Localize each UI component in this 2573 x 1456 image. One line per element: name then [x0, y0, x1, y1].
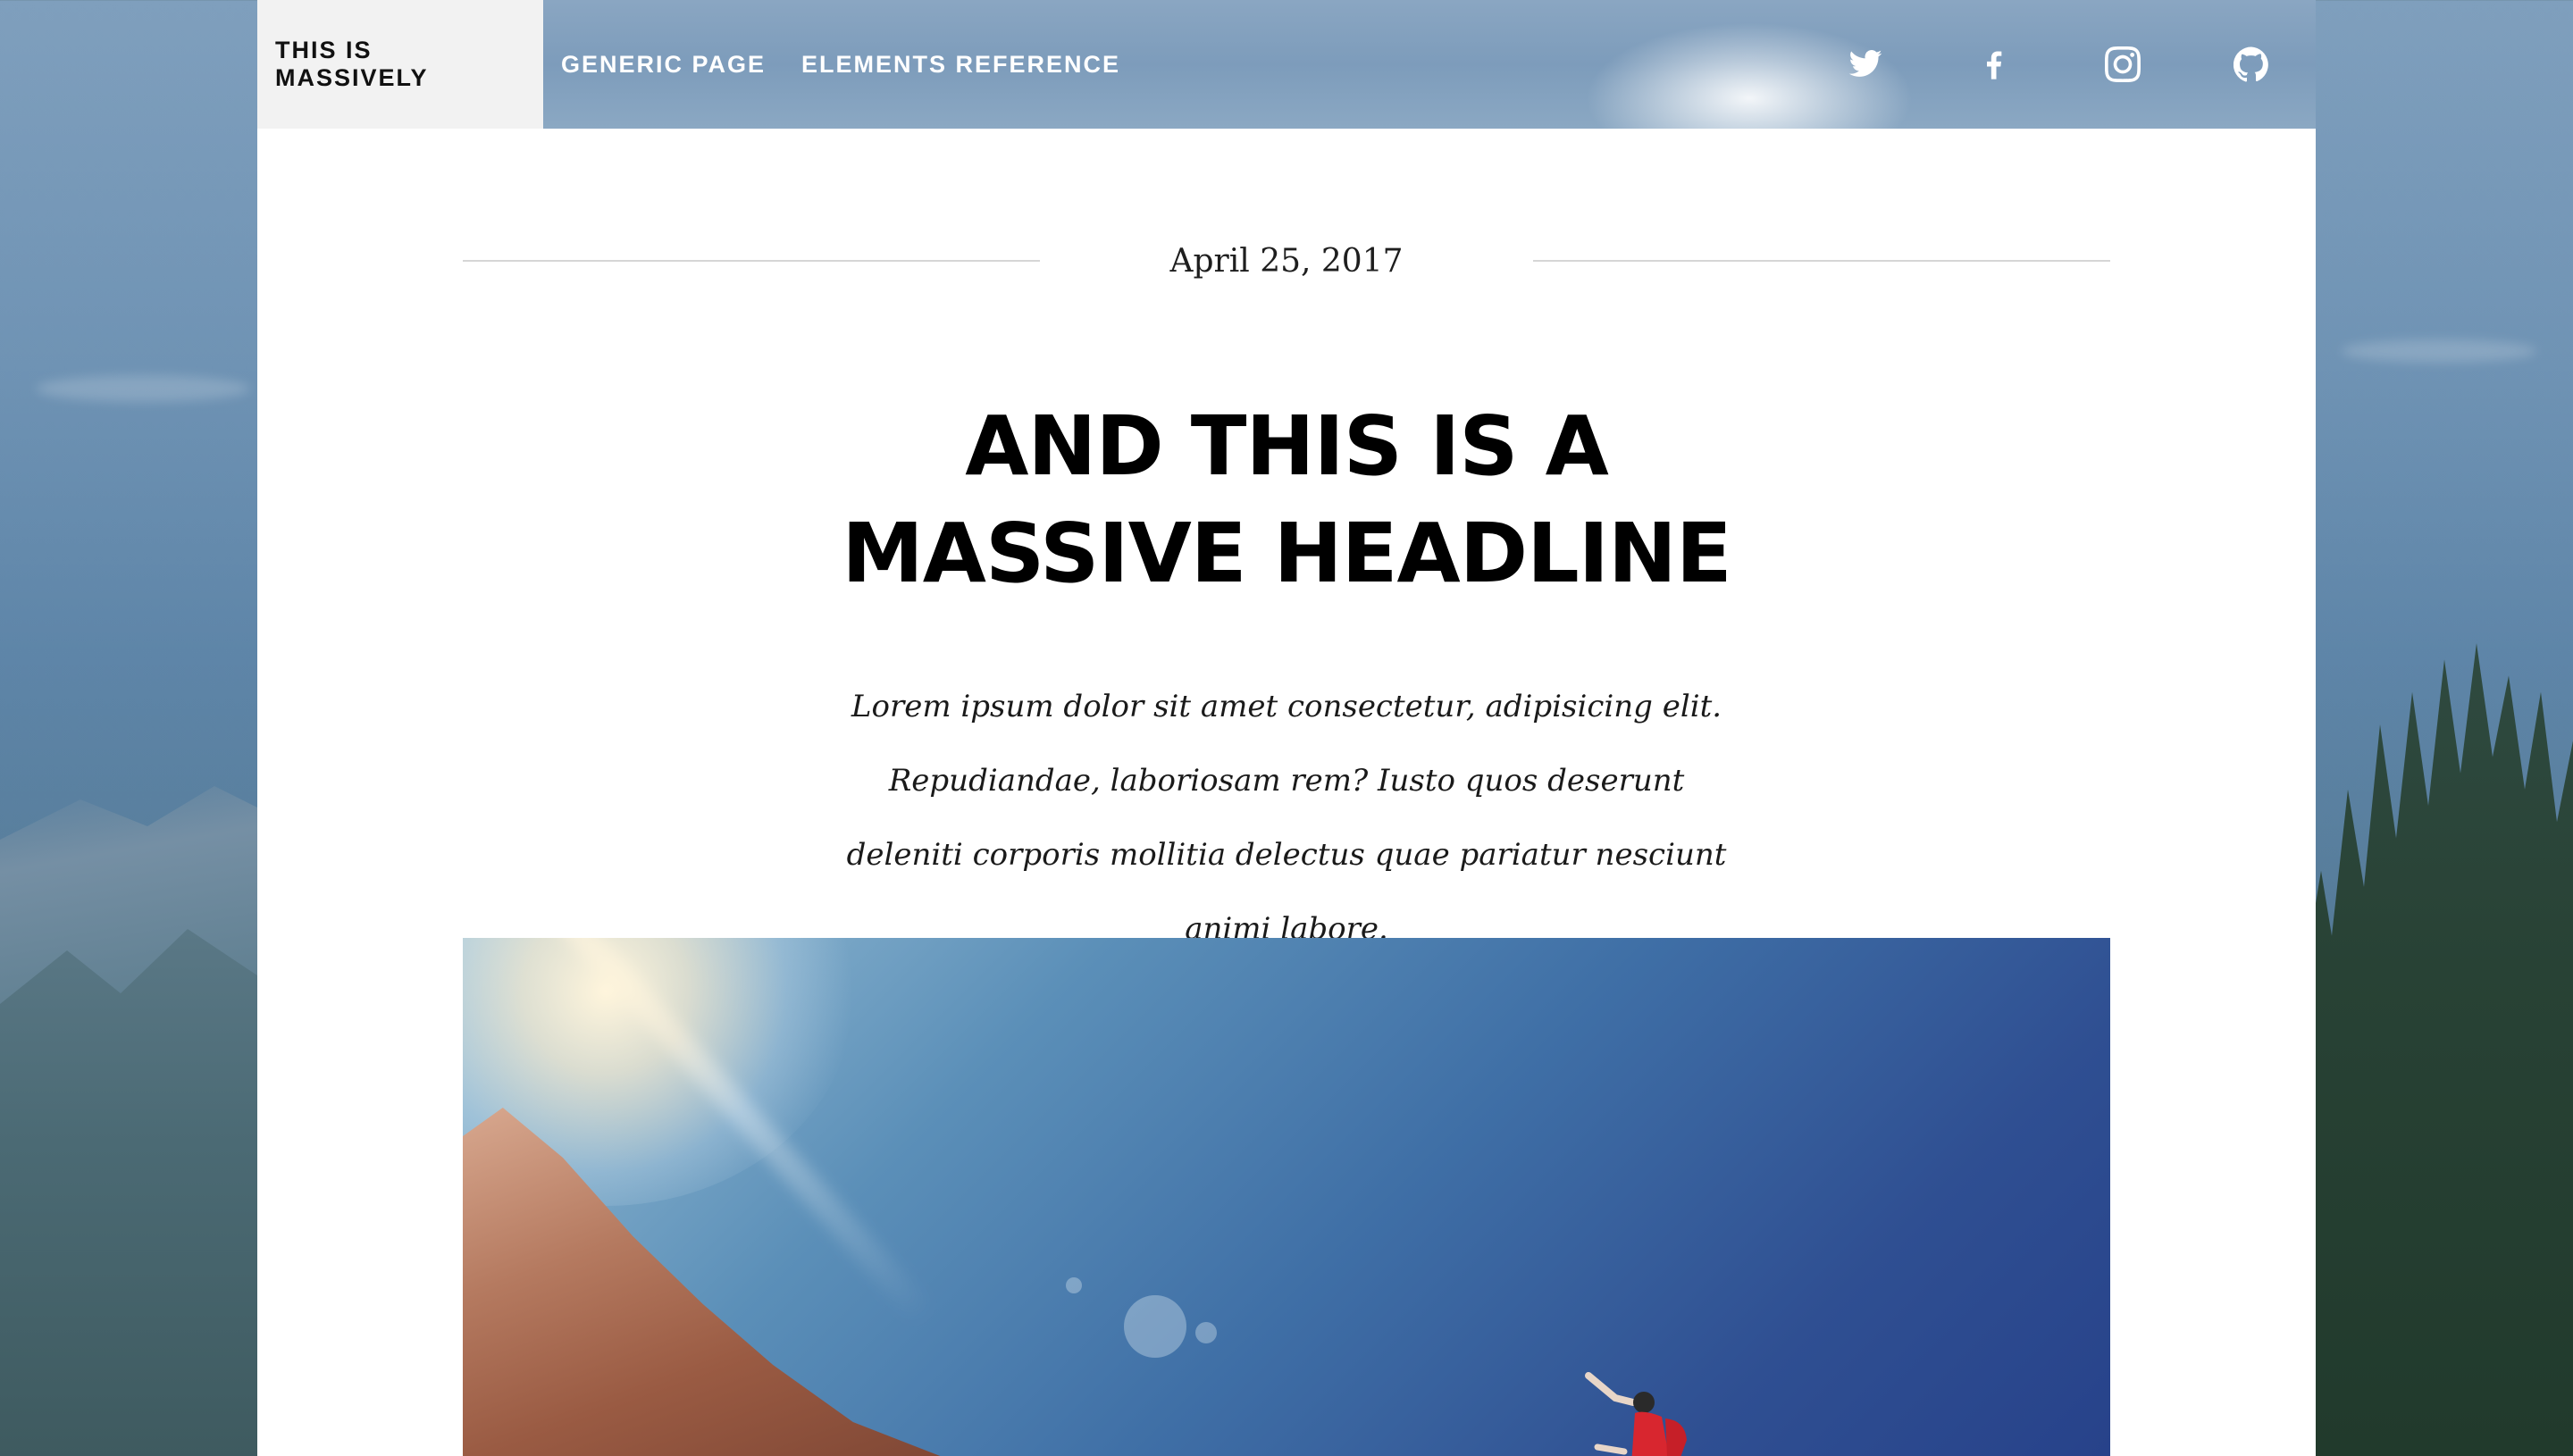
main-wrapper: This is Massively Generic Page Elements …	[257, 0, 2316, 1456]
github-icon[interactable]	[2187, 0, 2316, 129]
background-cloud	[2341, 339, 2537, 363]
twitter-icon[interactable]	[1801, 0, 1930, 129]
instagram-icon[interactable]	[2058, 0, 2187, 129]
background-cloud	[36, 375, 250, 402]
divider	[463, 260, 1040, 262]
hero-lens-flare	[1124, 1295, 1186, 1358]
social-icons	[1801, 0, 2316, 129]
post-intro: Lorem ipsum dolor sit amet consectetur, …	[846, 689, 1727, 947]
facebook-icon[interactable]	[1930, 0, 2058, 129]
divider	[1533, 260, 2110, 262]
nav-links: This is Massively Generic Page Elements …	[257, 0, 1138, 129]
hero-climber	[1585, 1372, 1687, 1456]
background-forest	[2305, 643, 2573, 1456]
hero-lens-flare	[1066, 1277, 1082, 1293]
post-date-row: April 25, 2017	[463, 234, 2110, 288]
post-headline[interactable]: And this is a massive headline	[463, 393, 2110, 607]
post-date: April 25, 2017	[1169, 242, 1404, 280]
hero-image[interactable]	[463, 938, 2110, 1456]
nav-link-elements-reference[interactable]: Elements Reference	[784, 0, 1138, 129]
headline-line-1: And this is a	[965, 398, 1609, 494]
nav-link-generic-page[interactable]: Generic Page	[543, 0, 784, 129]
hero-lens-flare	[1195, 1322, 1217, 1343]
nav-link-this-is-massively[interactable]: This is Massively	[257, 0, 543, 129]
headline-line-2: massive headline	[842, 506, 1732, 601]
background-mountains	[0, 929, 268, 1456]
top-nav: This is Massively Generic Page Elements …	[257, 0, 2316, 129]
